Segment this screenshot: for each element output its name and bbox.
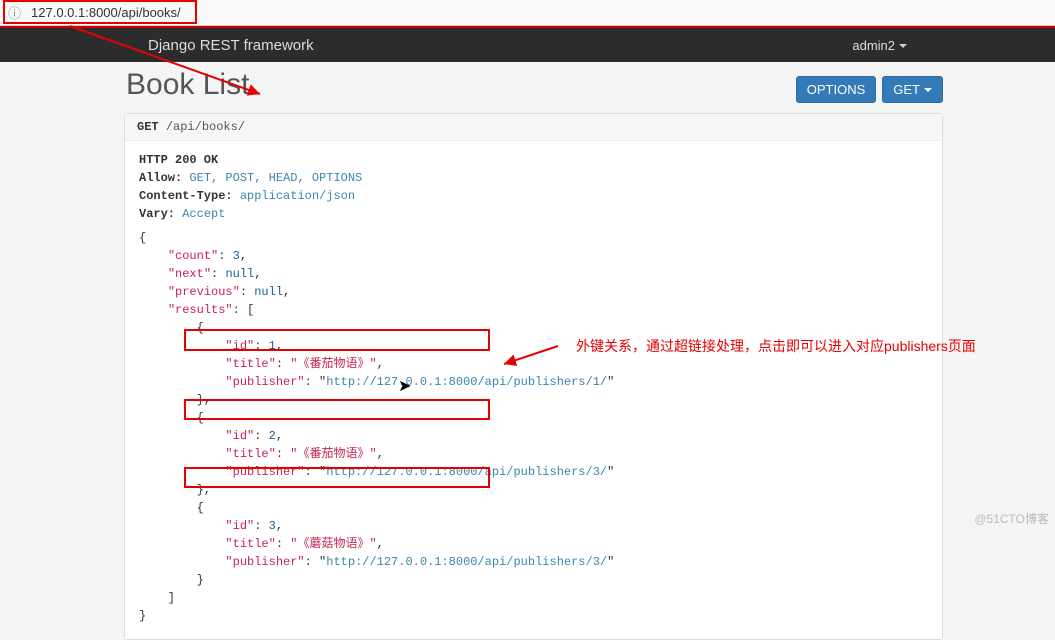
- response-body: HTTP 200 OK Allow: GET, POST, HEAD, OPTI…: [125, 141, 942, 639]
- publisher-link[interactable]: http://127.0.0.1:8000/api/publishers/1/: [326, 375, 607, 389]
- navbar-user-menu[interactable]: admin2: [852, 38, 907, 53]
- vary-header: Accept: [182, 207, 225, 221]
- json-output: { "count": 3, "next": null, "previous": …: [139, 229, 928, 625]
- arrow-icon: [60, 22, 270, 102]
- publisher-link[interactable]: http://127.0.0.1:8000/api/publishers/3/: [326, 555, 607, 569]
- info-icon: ⓘ: [8, 3, 21, 22]
- url-text: 127.0.0.1:8000/api/books/: [25, 3, 187, 22]
- arrow-icon: [498, 342, 568, 372]
- get-button[interactable]: GET: [882, 76, 943, 103]
- options-button[interactable]: OPTIONS: [796, 76, 877, 103]
- content-type-header: application/json: [240, 189, 355, 203]
- response-panel: GET /api/books/ HTTP 200 OK Allow: GET, …: [124, 113, 943, 640]
- allow-header: GET, POST, HEAD, OPTIONS: [189, 171, 362, 185]
- status-line: HTTP 200 OK: [139, 153, 218, 167]
- chevron-down-icon: [924, 88, 932, 92]
- watermark: @51CTO博客: [974, 510, 1049, 527]
- publisher-link[interactable]: http://127.0.0.1:8000/api/publishers/3/: [326, 465, 607, 479]
- request-line: GET /api/books/: [125, 114, 942, 141]
- chevron-down-icon: [899, 44, 907, 48]
- annotation-text: 外键关系，通过超链接处理，点击即可以进入对应publishers页面: [576, 336, 1006, 357]
